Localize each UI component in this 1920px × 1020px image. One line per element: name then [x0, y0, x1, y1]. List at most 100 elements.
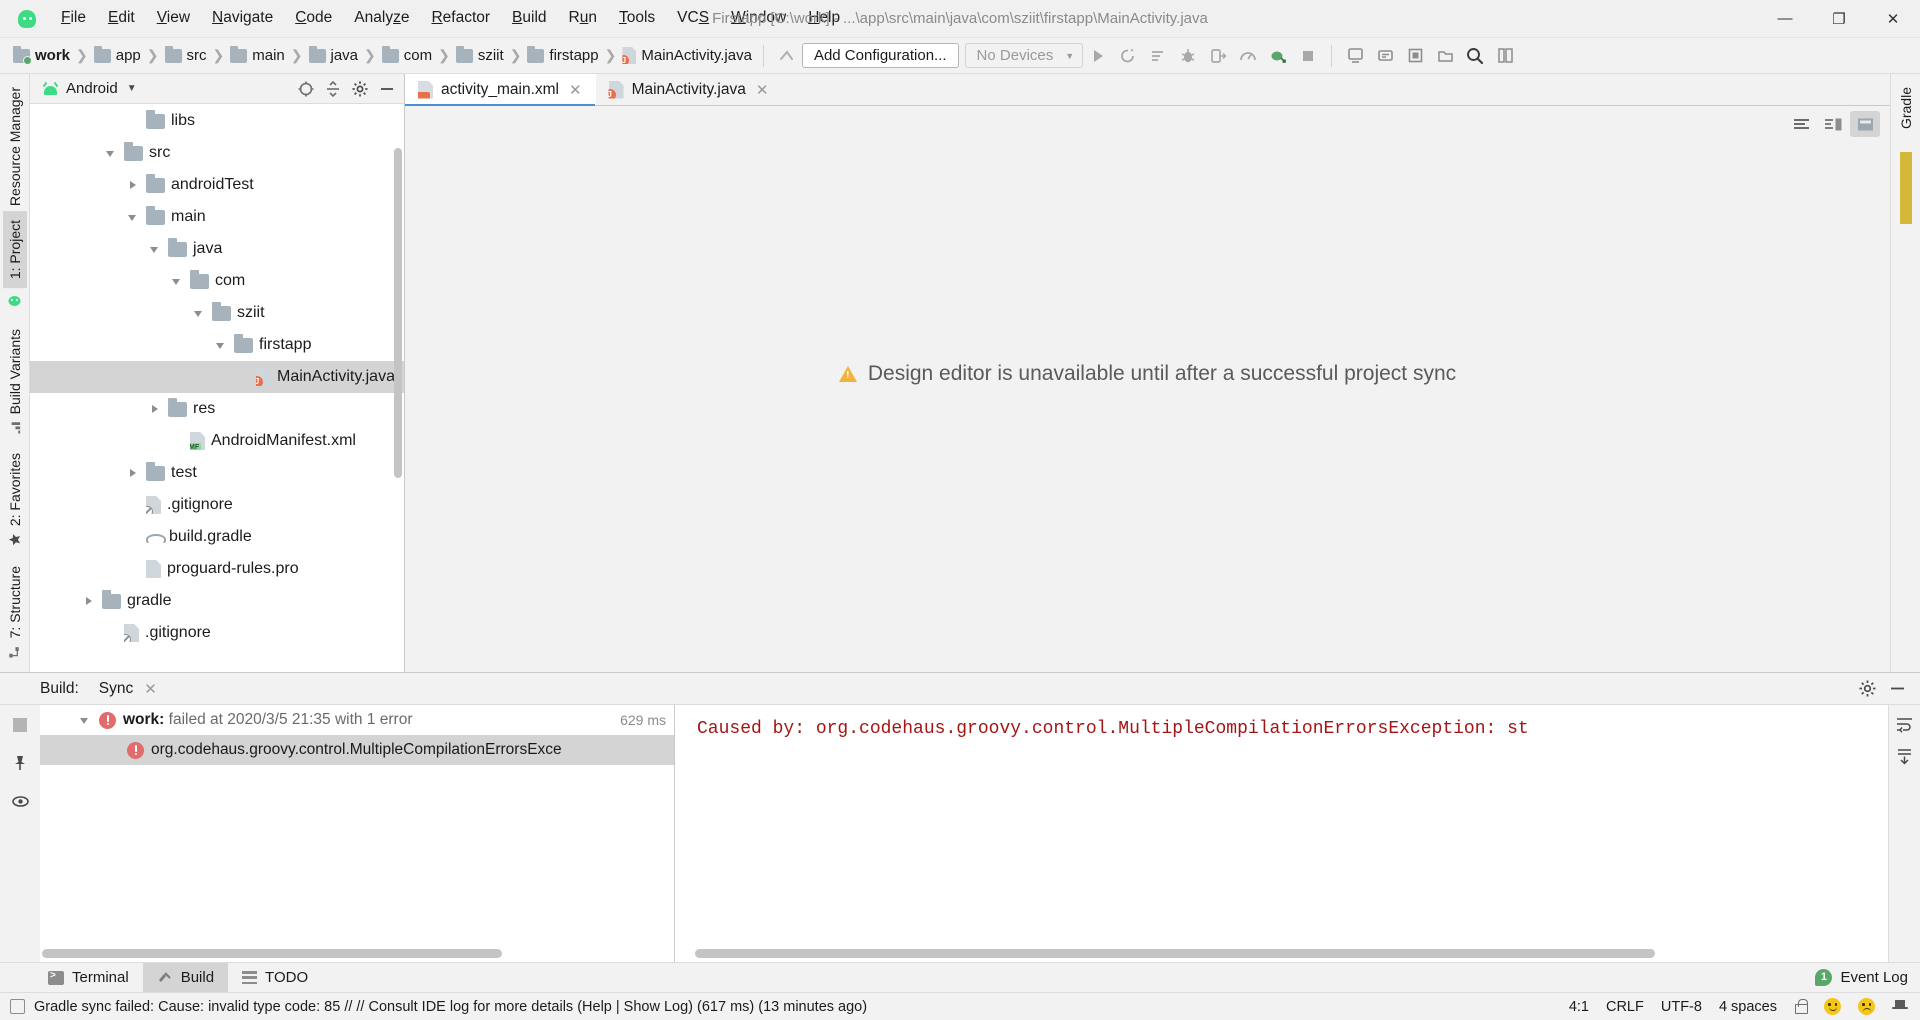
hide-panel-icon[interactable]	[1884, 676, 1910, 702]
menu-window[interactable]: Window	[720, 4, 797, 33]
tab-mainactivity-java[interactable]: J MainActivity.java ✕	[596, 74, 783, 105]
code-view-icon[interactable]	[1786, 111, 1816, 137]
build-console[interactable]: Caused by: org.codehaus.groovy.control.M…	[675, 705, 1920, 962]
tab-activity-main-xml[interactable]: activity_main.xml ✕	[405, 74, 596, 106]
tree-node[interactable]: .gitignore	[30, 489, 404, 521]
chevron-down-icon[interactable]: ▼	[127, 83, 137, 94]
sdk-manager-icon[interactable]	[1370, 42, 1400, 70]
scroll-to-end-icon[interactable]	[1892, 743, 1918, 769]
tool-window-build[interactable]: Build	[142, 963, 229, 992]
chevron-down-icon[interactable]	[192, 306, 206, 320]
tree-node[interactable]: gradle	[30, 585, 404, 617]
breadcrumb-item-firstapp[interactable]: firstapp	[524, 45, 601, 66]
menu-file[interactable]: File	[50, 4, 97, 33]
build-tree-hscrollbar[interactable]	[42, 949, 502, 958]
sidebar-item-favorites[interactable]: 2: Favorites	[3, 444, 27, 556]
tree-node[interactable]: libs	[30, 105, 404, 137]
close-button[interactable]: ✕	[1866, 0, 1920, 38]
breadcrumb-item-sziit[interactable]: sziit	[453, 45, 507, 66]
tree-node[interactable]: res	[30, 393, 404, 425]
split-view-icon[interactable]	[1818, 111, 1848, 137]
rerun-icon[interactable]	[1113, 42, 1143, 70]
pin-icon[interactable]	[8, 751, 32, 775]
menu-view[interactable]: View	[146, 4, 201, 33]
stop-icon[interactable]	[8, 713, 32, 737]
project-tree[interactable]: libs src androidTest main java com sziit firsta…	[30, 104, 404, 672]
tab-sync[interactable]: Sync ✕	[96, 675, 163, 709]
menu-refactor[interactable]: Refactor	[420, 4, 501, 33]
tree-node[interactable]: proguard-rules.pro	[30, 553, 404, 585]
target-icon[interactable]	[293, 76, 319, 102]
wrap-text-icon[interactable]	[1892, 711, 1918, 737]
menu-build[interactable]: Build	[501, 4, 557, 33]
sync-gradle-icon[interactable]	[1263, 42, 1293, 70]
menu-vcs[interactable]: VCS	[666, 4, 720, 33]
search-icon[interactable]	[1460, 42, 1490, 70]
project-structure-icon[interactable]	[1490, 42, 1520, 70]
attach-debugger-icon[interactable]	[1203, 42, 1233, 70]
chevron-down-icon[interactable]	[214, 338, 228, 352]
minimize-button[interactable]: —	[1758, 0, 1812, 38]
breadcrumb-item-mainactivity-java[interactable]: MainActivity.java	[619, 45, 755, 66]
close-icon[interactable]: ✕	[567, 81, 584, 99]
close-icon[interactable]: ✕	[754, 81, 771, 99]
debug-icon[interactable]	[1173, 42, 1203, 70]
design-view-icon[interactable]	[1850, 111, 1880, 137]
tree-node[interactable]: com	[30, 265, 404, 297]
console-hscrollbar[interactable]	[695, 949, 1655, 958]
tree-node[interactable]: sziit	[30, 297, 404, 329]
menu-help[interactable]: Help	[797, 4, 851, 33]
sidebar-item-build-variants[interactable]: Build Variants	[3, 320, 27, 444]
eye-icon[interactable]	[8, 789, 32, 813]
line-separator[interactable]: CRLF	[1606, 999, 1644, 1015]
chevron-down-icon[interactable]	[148, 242, 162, 256]
breadcrumb-item-java[interactable]: java	[306, 45, 362, 66]
menu-run[interactable]: Run	[558, 4, 608, 33]
collapse-all-icon[interactable]	[320, 76, 346, 102]
menu-navigate[interactable]: Navigate	[201, 4, 284, 33]
tree-node[interactable]: MF AndroidManifest.xml	[30, 425, 404, 457]
avd-manager-icon[interactable]	[1340, 42, 1370, 70]
settings-icon[interactable]	[1854, 676, 1880, 702]
lock-icon[interactable]	[1794, 999, 1808, 1014]
menu-tools[interactable]: Tools	[608, 4, 666, 33]
chevron-right-icon[interactable]	[126, 466, 140, 480]
close-icon[interactable]: ✕	[142, 680, 159, 698]
tree-node[interactable]: firstapp	[30, 329, 404, 361]
event-log-label[interactable]: Event Log	[1840, 969, 1908, 986]
chevron-right-icon[interactable]	[82, 594, 96, 608]
tree-node[interactable]: main	[30, 201, 404, 233]
chevron-down-icon[interactable]	[78, 713, 92, 727]
sidebar-item-project[interactable]: 1: Project	[2, 211, 27, 289]
device-selector[interactable]: No Devices ▼	[964, 43, 1084, 68]
chevron-right-icon[interactable]	[126, 178, 140, 192]
menu-analyze[interactable]: Analyze	[343, 4, 420, 33]
sidebar-item-structure[interactable]: 7: Structure	[3, 557, 27, 668]
tree-node[interactable]: .gitignore	[30, 617, 404, 649]
run-configuration-selector[interactable]: Add Configuration...	[801, 43, 959, 68]
device-file-explorer-icon[interactable]	[1430, 42, 1460, 70]
hat-icon[interactable]	[1892, 999, 1908, 1015]
menu-code[interactable]: Code	[284, 4, 343, 33]
tool-window-todo[interactable]: TODO	[228, 963, 322, 992]
tree-node[interactable]: test	[30, 457, 404, 489]
hide-panel-icon[interactable]	[374, 76, 400, 102]
chevron-down-icon[interactable]	[170, 274, 184, 288]
build-tree-row[interactable]: org.codehaus.groovy.control.MultipleComp…	[40, 735, 674, 765]
tree-node[interactable]: J MainActivity.java	[30, 361, 404, 393]
tree-node[interactable]: build.gradle	[30, 521, 404, 553]
status-message-icon[interactable]	[10, 999, 25, 1014]
tree-node[interactable]: java	[30, 233, 404, 265]
caret-position[interactable]: 4:1	[1569, 999, 1589, 1015]
chevron-down-icon[interactable]	[104, 146, 118, 160]
file-encoding[interactable]: UTF-8	[1661, 999, 1702, 1015]
layout-inspector-icon[interactable]	[1400, 42, 1430, 70]
apply-changes-icon[interactable]	[1143, 42, 1173, 70]
settings-icon[interactable]	[347, 76, 373, 102]
sad-face-icon[interactable]	[1858, 998, 1875, 1015]
chevron-right-icon[interactable]	[148, 402, 162, 416]
breadcrumb-item-src[interactable]: src	[162, 45, 210, 66]
profiler-icon[interactable]	[1233, 42, 1263, 70]
stop-icon[interactable]	[1293, 42, 1323, 70]
build-result-tree[interactable]: work: failed at 2020/3/5 21:35 with 1 er…	[40, 705, 675, 962]
